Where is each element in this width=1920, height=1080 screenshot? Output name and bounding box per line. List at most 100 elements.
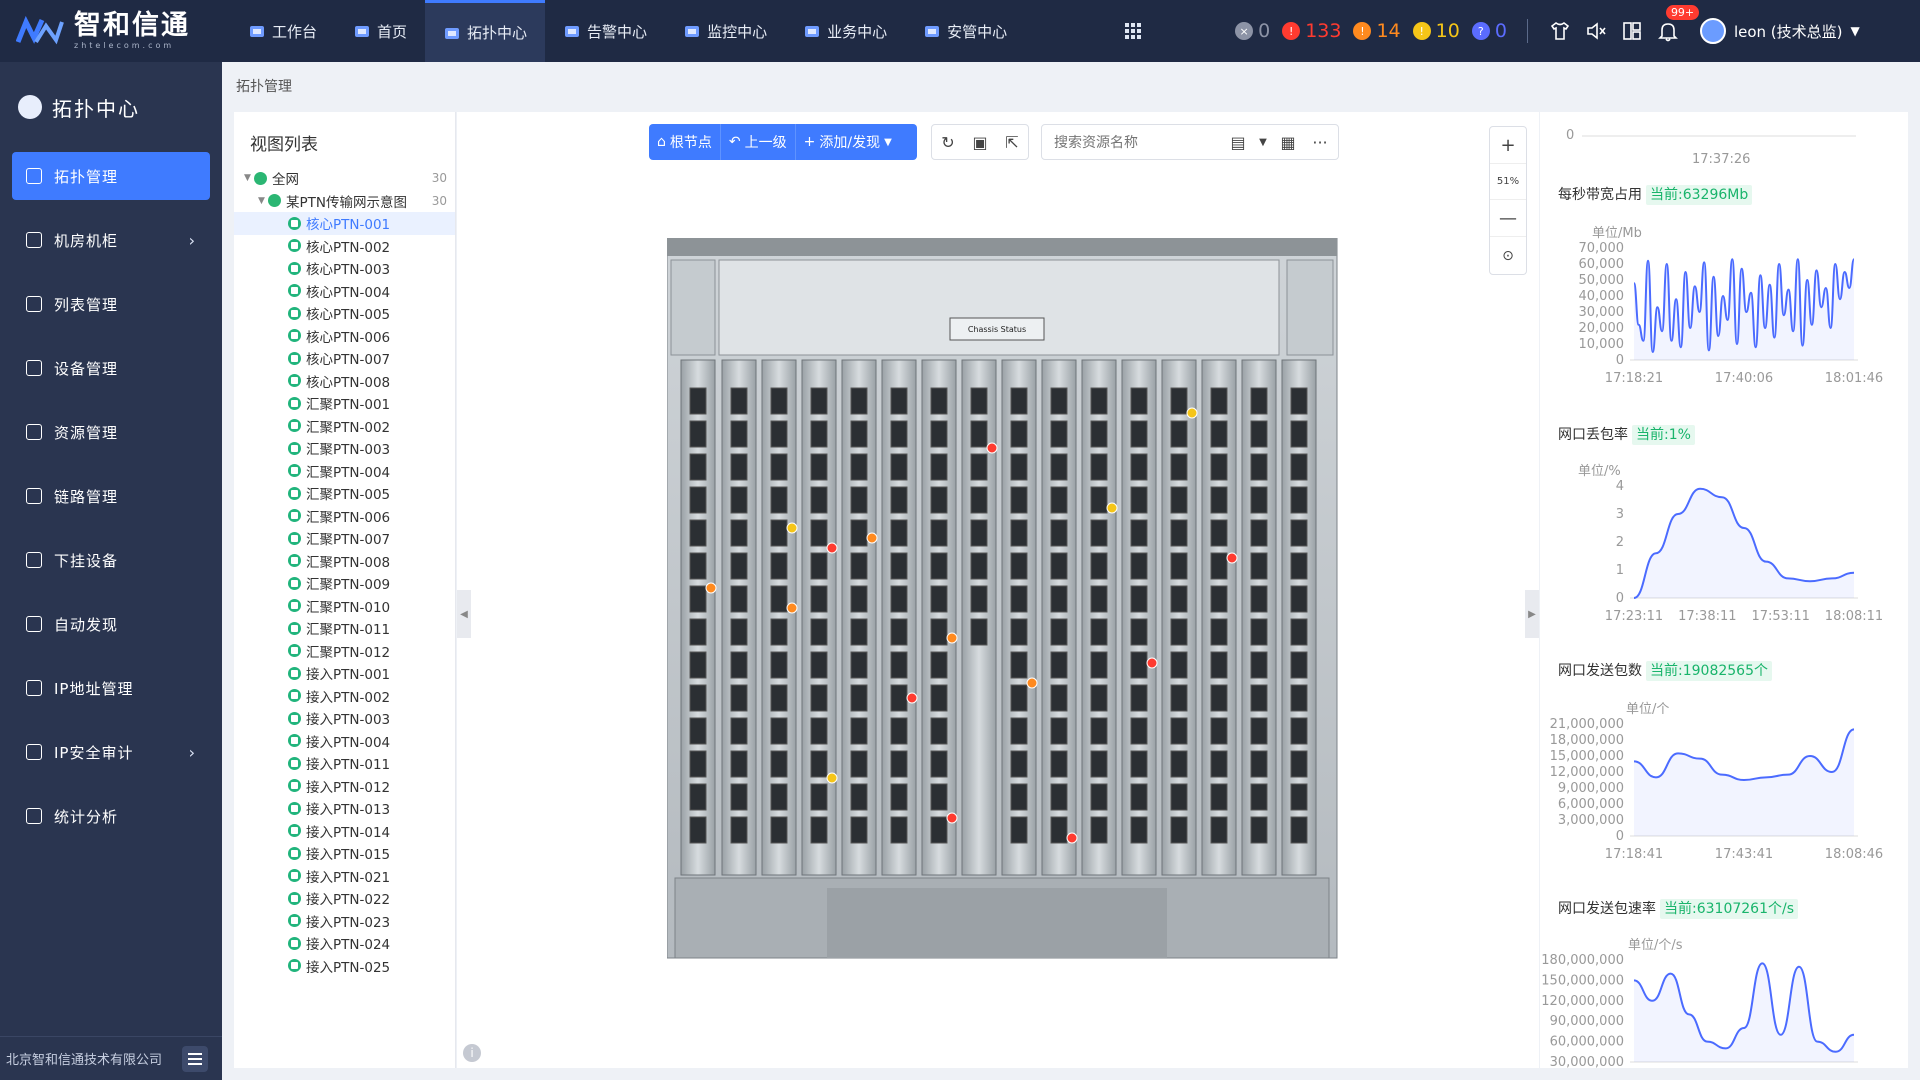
- chassis-slot-card[interactable]: [721, 359, 757, 876]
- search-input[interactable]: [1042, 125, 1222, 159]
- tree-leaf[interactable]: 汇聚PTN-008: [234, 550, 455, 573]
- chassis-slot-card[interactable]: [841, 359, 877, 876]
- port-alarm-marker[interactable]: [786, 602, 798, 614]
- tree-leaf[interactable]: 接入PTN-021: [234, 865, 455, 888]
- tree-leaf[interactable]: 接入PTN-015: [234, 842, 455, 865]
- nav-item-6[interactable]: 安管中心: [905, 0, 1025, 62]
- tree-leaf[interactable]: 核心PTN-003: [234, 257, 455, 280]
- sidebar-item-10[interactable]: 统计分析: [12, 792, 210, 840]
- tree-leaf[interactable]: 核心PTN-008: [234, 370, 455, 393]
- zoom-in-icon[interactable]: +: [1490, 127, 1526, 164]
- port-alarm-marker[interactable]: [1186, 407, 1198, 419]
- chassis-slot-card[interactable]: [921, 359, 957, 876]
- sidebar-item-7[interactable]: 自动发现: [12, 600, 210, 648]
- tree-leaf[interactable]: 接入PTN-001: [234, 662, 455, 685]
- refresh-icon[interactable]: ↻: [932, 125, 964, 159]
- sidebar-item-1[interactable]: 机房机柜 ›: [12, 216, 210, 264]
- tree-leaf[interactable]: 接入PTN-012: [234, 775, 455, 798]
- tree-leaf[interactable]: 接入PTN-022: [234, 887, 455, 910]
- zoom-out-icon[interactable]: —: [1490, 200, 1526, 237]
- port-alarm-marker[interactable]: [705, 582, 717, 594]
- port-alarm-marker[interactable]: [906, 692, 918, 704]
- up-level-button[interactable]: ↶ 上一级: [721, 124, 796, 160]
- menu-toggle-icon[interactable]: [182, 1045, 208, 1072]
- sidebar-item-2[interactable]: 列表管理: [12, 280, 210, 328]
- tree-leaf[interactable]: 汇聚PTN-005: [234, 482, 455, 505]
- port-alarm-marker[interactable]: [1106, 502, 1118, 514]
- tree-leaf[interactable]: 核心PTN-006: [234, 325, 455, 348]
- chassis-slot-card[interactable]: [961, 359, 997, 876]
- layout-icon[interactable]: [1618, 17, 1646, 45]
- nav-item-2[interactable]: 拓扑中心: [425, 0, 546, 62]
- sidebar-item-5[interactable]: 链路管理: [12, 472, 210, 520]
- root-node-button[interactable]: ⌂ 根节点: [649, 124, 721, 160]
- caret-down-icon[interactable]: ▼: [244, 173, 254, 183]
- apps-grid-icon[interactable]: [1125, 23, 1142, 39]
- tree-leaf[interactable]: 汇聚PTN-007: [234, 527, 455, 550]
- nav-item-1[interactable]: 首页: [335, 0, 425, 62]
- tree-leaf[interactable]: 接入PTN-013: [234, 797, 455, 820]
- tree-leaf[interactable]: 核心PTN-005: [234, 302, 455, 325]
- fit-view-icon[interactable]: ⊙: [1490, 237, 1526, 274]
- port-alarm-marker[interactable]: [946, 632, 958, 644]
- caret-down-icon[interactable]: ▼: [1254, 125, 1272, 159]
- chassis-slot-card[interactable]: [1241, 359, 1277, 876]
- tree-leaf[interactable]: 核心PTN-002: [234, 235, 455, 258]
- nav-item-5[interactable]: 业务中心: [785, 0, 905, 62]
- caret-down-icon[interactable]: ▼: [258, 196, 268, 206]
- save-view-icon[interactable]: ▤: [1222, 125, 1254, 159]
- bell-icon[interactable]: 99+: [1654, 5, 1700, 45]
- port-alarm-marker[interactable]: [946, 812, 958, 824]
- tree-root[interactable]: ▼ 全网 30: [234, 167, 455, 190]
- tree-leaf[interactable]: 汇聚PTN-001: [234, 392, 455, 415]
- tree-leaf[interactable]: 接入PTN-025: [234, 955, 455, 978]
- sidebar-item-3[interactable]: 设备管理: [12, 344, 210, 392]
- tree-leaf[interactable]: 核心PTN-007: [234, 347, 455, 370]
- sidebar-item-4[interactable]: 资源管理: [12, 408, 210, 456]
- nav-item-0[interactable]: 工作台: [230, 0, 335, 62]
- port-alarm-marker[interactable]: [1146, 657, 1158, 669]
- shirt-icon[interactable]: [1546, 17, 1574, 45]
- chassis-slot-card[interactable]: [1201, 359, 1237, 876]
- nav-item-3[interactable]: 告警中心: [545, 0, 665, 62]
- port-alarm-marker[interactable]: [1226, 552, 1238, 564]
- alarm-counter[interactable]: × 0: [1235, 20, 1270, 42]
- tree-leaf[interactable]: 汇聚PTN-009: [234, 572, 455, 595]
- tree-leaf[interactable]: 核心PTN-004: [234, 280, 455, 303]
- sidebar-item-0[interactable]: 拓扑管理: [12, 152, 210, 200]
- port-alarm-marker[interactable]: [986, 442, 998, 454]
- tree-leaf[interactable]: 接入PTN-023: [234, 910, 455, 933]
- sidebar-item-6[interactable]: 下挂设备: [12, 536, 210, 584]
- chassis-slot-card[interactable]: [1121, 359, 1157, 876]
- chassis-slot-card[interactable]: [761, 359, 797, 876]
- chassis-slot-card[interactable]: [881, 359, 917, 876]
- tree-leaf[interactable]: 汇聚PTN-002: [234, 415, 455, 438]
- tree-leaf[interactable]: 接入PTN-024: [234, 932, 455, 955]
- mute-icon[interactable]: [1582, 17, 1610, 45]
- save-icon[interactable]: ▣: [964, 125, 996, 159]
- tree-group[interactable]: ▼ 某PTN传输网示意图 30: [234, 190, 455, 213]
- port-alarm-marker[interactable]: [1026, 677, 1038, 689]
- tree-leaf[interactable]: 汇聚PTN-006: [234, 505, 455, 528]
- port-alarm-marker[interactable]: [786, 522, 798, 534]
- add-discover-button[interactable]: + 添加/发现 ▼: [796, 124, 900, 160]
- alarm-counter[interactable]: ! 133: [1282, 20, 1341, 42]
- logo[interactable]: 智和信通 zhtelecom.com: [0, 0, 222, 62]
- chassis-slot-card[interactable]: [1081, 359, 1117, 876]
- device-chassis[interactable]: Chassis Status: [667, 238, 1347, 978]
- tree-leaf[interactable]: 接入PTN-011: [234, 752, 455, 775]
- tree-leaf[interactable]: 汇聚PTN-003: [234, 437, 455, 460]
- chassis-slot-card[interactable]: [1161, 359, 1197, 876]
- topology-canvas[interactable]: ⌂ 根节点 ↶ 上一级 + 添加/发现 ▼ ↻ ▣ ⇱ ▤ ▼ ▦ ··· + …: [457, 112, 1539, 1068]
- alarm-counter[interactable]: ? 0: [1471, 20, 1507, 42]
- alarm-counter[interactable]: ! 14: [1353, 20, 1401, 42]
- port-alarm-marker[interactable]: [866, 532, 878, 544]
- tree-leaf[interactable]: 汇聚PTN-010: [234, 595, 455, 618]
- nav-item-4[interactable]: 监控中心: [665, 0, 785, 62]
- chassis-slot-card[interactable]: [680, 359, 716, 876]
- port-alarm-marker[interactable]: [826, 772, 838, 784]
- tree-leaf[interactable]: 接入PTN-002: [234, 685, 455, 708]
- port-alarm-marker[interactable]: [826, 542, 838, 554]
- collapse-right-icon[interactable]: ▶: [1525, 590, 1539, 638]
- alarm-counter[interactable]: ! 10: [1412, 20, 1460, 42]
